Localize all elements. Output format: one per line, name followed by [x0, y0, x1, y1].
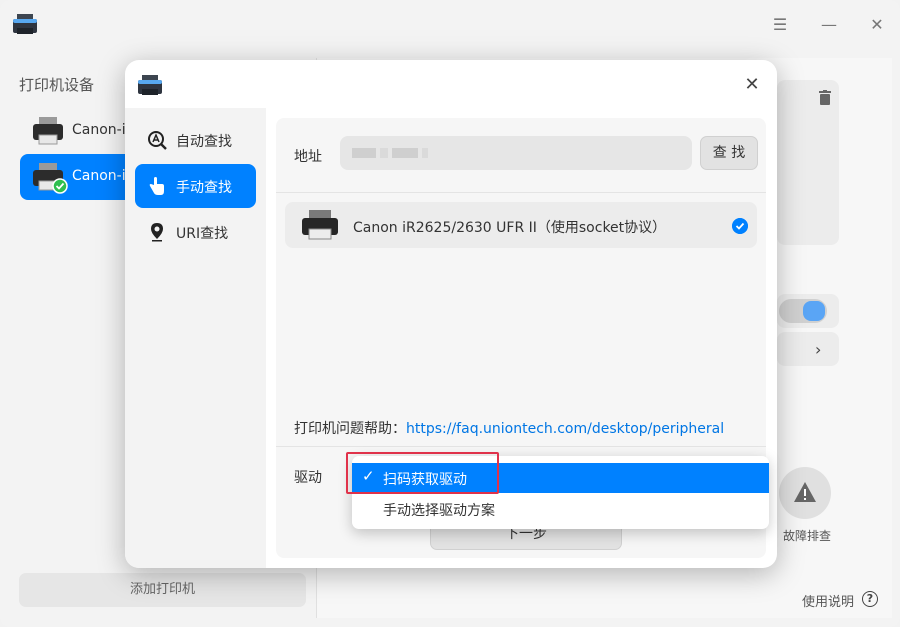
auto-find-icon: [148, 131, 167, 150]
troubleshoot-button[interactable]: [779, 467, 831, 519]
driver-option-label: 扫码获取驱动: [383, 472, 467, 488]
warning-icon: [794, 482, 816, 502]
nav-label: URI查找: [176, 226, 229, 242]
printer-app-icon: [138, 75, 162, 95]
blurred-address: [422, 148, 428, 158]
checkmark-icon: ✓: [362, 467, 375, 485]
section-title: 打印机设备: [19, 76, 95, 94]
setting-row[interactable]: [777, 332, 839, 366]
driver-dropdown-menu: ✓ 扫码获取驱动 手动选择驱动方案: [352, 456, 769, 529]
nav-label: 手动查找: [176, 180, 232, 196]
driver-option-label: 手动选择驱动方案: [383, 503, 495, 519]
uri-find-icon: [151, 223, 163, 242]
printer-result-row[interactable]: Canon iR2625/2630 UFR II（使用socket协议）: [285, 202, 757, 248]
driver-option-selected[interactable]: ✓ 扫码获取驱动: [352, 463, 769, 493]
close-window-icon[interactable]: ✕: [864, 12, 890, 38]
find-button[interactable]: 查 找: [700, 136, 758, 170]
divider: [276, 192, 766, 193]
nav-manual-find[interactable]: 手动查找: [135, 164, 256, 208]
printer-icon: [33, 117, 63, 145]
address-input[interactable]: [340, 136, 692, 170]
add-printer-button[interactable]: 添加打印机: [19, 573, 306, 607]
toggle-switch[interactable]: [779, 299, 827, 323]
printer-help-row: 打印机问题帮助：https://faq.uniontech.com/deskto…: [294, 418, 724, 438]
printer-icon: [302, 210, 338, 240]
printer-default-icon: [33, 163, 68, 194]
nav-label: 自动查找: [176, 134, 232, 150]
check-circle-icon: [732, 218, 748, 234]
help-icon[interactable]: ?: [862, 591, 878, 607]
driver-label: 驱动: [294, 470, 322, 486]
address-label: 地址: [294, 149, 322, 165]
trash-icon[interactable]: [818, 90, 832, 106]
chevron-right-icon[interactable]: ›: [815, 340, 821, 359]
driver-option[interactable]: 手动选择驱动方案: [352, 494, 769, 524]
titlebar: ☰ — ✕: [0, 0, 900, 50]
help-link[interactable]: https://faq.uniontech.com/desktop/periph…: [406, 421, 724, 437]
menu-icon[interactable]: ☰: [767, 12, 793, 38]
nav-uri-find[interactable]: URI查找: [135, 210, 256, 254]
help-prefix: 打印机问题帮助：: [294, 421, 406, 437]
minimize-icon[interactable]: —: [816, 12, 842, 38]
blurred-address: [380, 148, 388, 158]
manual-find-icon: [149, 177, 164, 195]
close-icon[interactable]: ✕: [739, 72, 765, 98]
troubleshoot-label: 故障排查: [782, 529, 831, 543]
printer-result-label: Canon iR2625/2630 UFR II（使用socket协议）: [353, 220, 667, 236]
nav-auto-find[interactable]: 自动查找: [135, 118, 256, 162]
blurred-address: [352, 148, 376, 158]
printer-app-icon: [13, 14, 37, 34]
divider: [276, 446, 766, 447]
blurred-address: [392, 148, 418, 158]
help-label[interactable]: 使用说明: [802, 591, 854, 610]
find-method-sidebar: 自动查找 手动查找 URI查找: [125, 108, 266, 568]
